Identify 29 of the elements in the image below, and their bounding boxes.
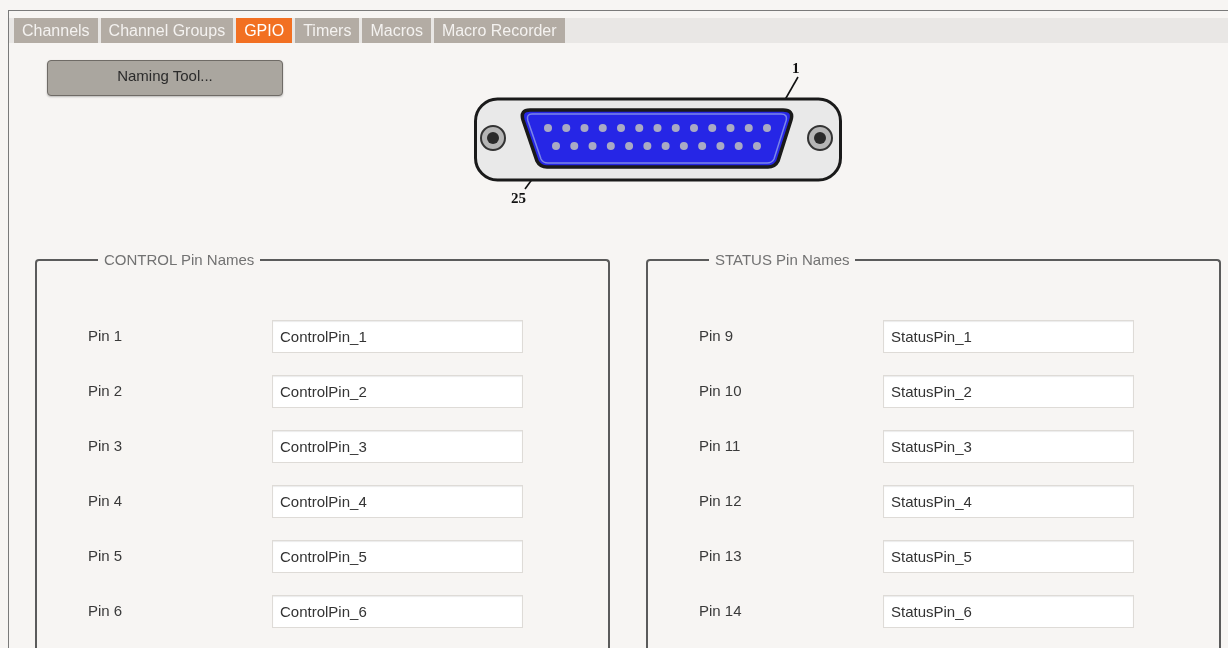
pin-label: Pin 6 [88, 601, 124, 622]
pin-number-label: 25 [511, 190, 526, 206]
pin-name-field[interactable]: ControlPin_4 [272, 485, 523, 518]
group-title: STATUS Pin Names [714, 250, 851, 270]
pin-label: Pin 9 [699, 326, 735, 347]
naming-tool-button[interactable]: Naming Tool... [47, 60, 283, 96]
pin-label: Pin 5 [88, 546, 124, 567]
pin-name-field[interactable]: ControlPin_2 [272, 375, 523, 408]
pin-name-field[interactable]: ControlPin_1 [272, 320, 523, 353]
pin-name-field[interactable]: StatusPin_6 [883, 595, 1134, 628]
pin-label: Pin 12 [699, 491, 743, 512]
group-title: CONTROL Pin Names [103, 250, 256, 270]
pin-name-field[interactable]: ControlPin_6 [272, 595, 523, 628]
pin-name-field[interactable]: ControlPin_5 [272, 540, 523, 573]
pin-name-field[interactable]: StatusPin_4 [883, 485, 1134, 518]
pin-name-field[interactable]: ControlPin_3 [272, 430, 523, 463]
pin-number-label: 1 [792, 60, 800, 76]
pin-label: Pin 10 [699, 381, 743, 402]
pin-name-field[interactable]: StatusPin_1 [883, 320, 1134, 353]
pin-label: Pin 3 [88, 436, 124, 457]
pin-label: Pin 1 [88, 326, 124, 347]
pin-label: Pin 14 [699, 601, 743, 622]
pin-name-field[interactable]: StatusPin_3 [883, 430, 1134, 463]
pin-label: Pin 11 [699, 436, 742, 457]
pin-name-field[interactable]: StatusPin_5 [883, 540, 1134, 573]
pin-label: Pin 2 [88, 381, 124, 402]
pin-label: Pin 13 [699, 546, 743, 567]
pin-label: Pin 4 [88, 491, 124, 512]
pin-name-field[interactable]: StatusPin_2 [883, 375, 1134, 408]
